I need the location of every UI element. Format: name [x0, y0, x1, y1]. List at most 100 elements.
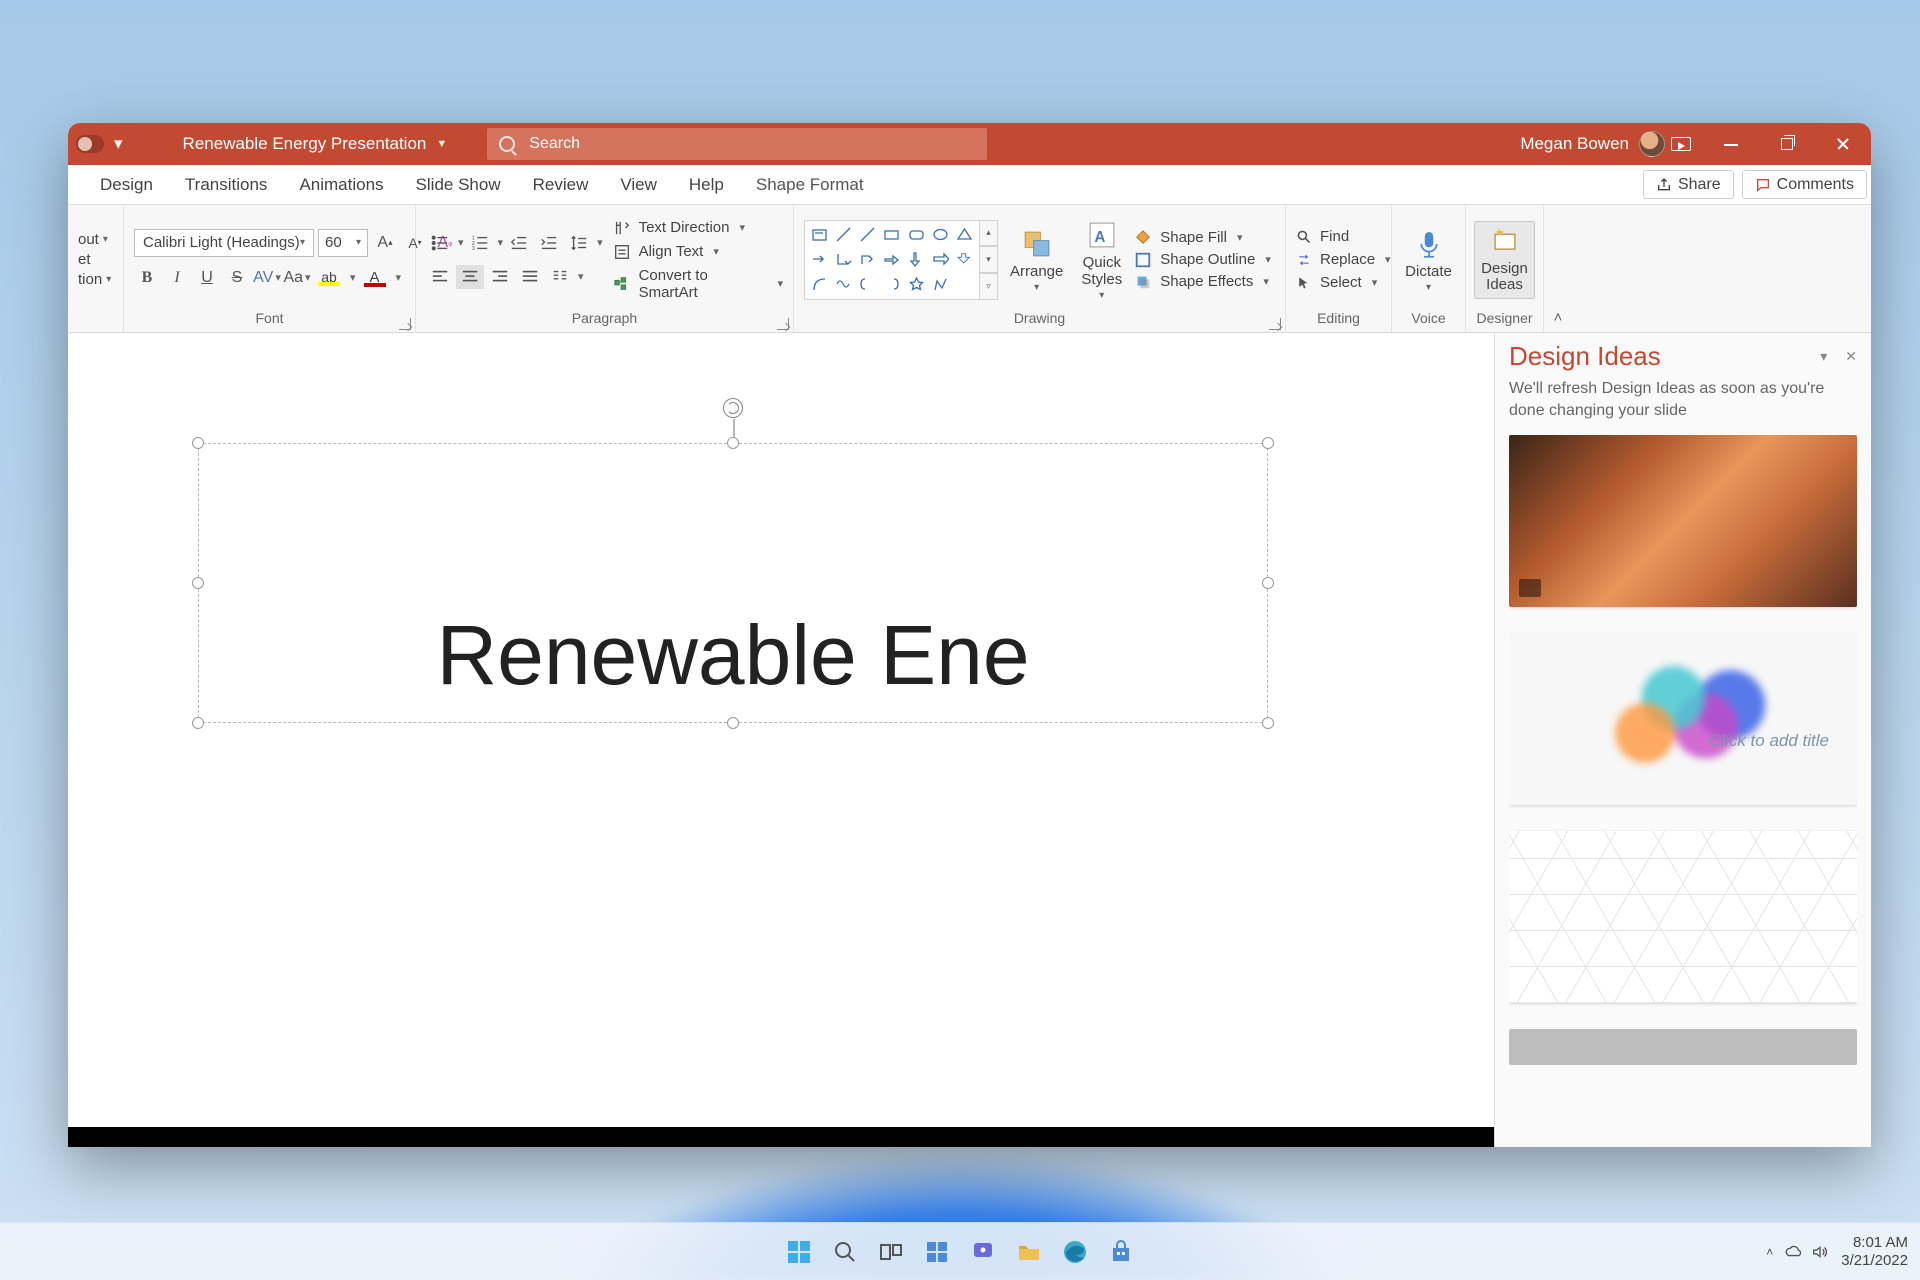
- bold-button[interactable]: B: [134, 265, 160, 291]
- tab-design[interactable]: Design: [84, 165, 169, 204]
- present-icon[interactable]: [1671, 137, 1691, 151]
- comments-button[interactable]: Comments: [1742, 170, 1867, 199]
- search-button[interactable]: [826, 1233, 864, 1271]
- resize-handle-tl[interactable]: [192, 437, 204, 449]
- design-idea-3[interactable]: [1509, 831, 1857, 1003]
- pane-options-button[interactable]: ▾: [1820, 348, 1827, 365]
- bullets-button[interactable]: [426, 231, 454, 255]
- font-color-button[interactable]: A: [360, 269, 390, 287]
- align-right-button[interactable]: [486, 265, 514, 289]
- quick-styles-button[interactable]: A Quick Styles▾: [1075, 218, 1128, 301]
- design-idea-2[interactable]: Click to add title: [1509, 633, 1857, 805]
- start-button[interactable]: [780, 1233, 818, 1271]
- volume-tray-icon[interactable]: [1811, 1243, 1829, 1261]
- widgets-button[interactable]: [918, 1233, 956, 1271]
- explorer-button[interactable]: [1010, 1233, 1048, 1271]
- clock[interactable]: 8:01 AM 3/21/2022: [1841, 1234, 1908, 1269]
- rotate-handle[interactable]: [723, 398, 743, 418]
- align-left-button[interactable]: [426, 265, 454, 289]
- drawing-dialog-launcher[interactable]: [1269, 318, 1281, 330]
- collapse-ribbon-button[interactable]: ˄: [1544, 205, 1572, 332]
- font-dialog-launcher[interactable]: [399, 318, 411, 330]
- onedrive-tray-icon[interactable]: [1783, 1243, 1801, 1261]
- svg-text:3: 3: [471, 246, 474, 252]
- design-idea-4[interactable]: [1509, 1029, 1857, 1065]
- shape-fill-button[interactable]: Shape Fill▾: [1134, 229, 1271, 247]
- layout-button[interactable]: out▾: [78, 231, 108, 248]
- tray-overflow-button[interactable]: ˄: [1766, 1245, 1773, 1259]
- share-button[interactable]: Share: [1643, 170, 1734, 199]
- resize-handle-tm[interactable]: [727, 437, 739, 449]
- tab-animations[interactable]: Animations: [283, 165, 399, 204]
- numbering-button[interactable]: 123: [466, 231, 494, 255]
- pane-close-button[interactable]: ✕: [1845, 348, 1857, 365]
- store-button[interactable]: [1102, 1233, 1140, 1271]
- justify-button[interactable]: [516, 265, 544, 289]
- chat-button[interactable]: [964, 1233, 1002, 1271]
- columns-button[interactable]: [546, 265, 574, 289]
- text-direction-button[interactable]: Text Direction▾: [613, 219, 783, 237]
- font-size-combo[interactable]: 60▾: [318, 229, 368, 257]
- resize-handle-tr[interactable]: [1262, 437, 1274, 449]
- increase-indent-button[interactable]: [535, 231, 563, 255]
- dictate-button[interactable]: Dictate▾: [1399, 227, 1458, 293]
- design-idea-2-placeholder: Click to add title: [1709, 731, 1829, 751]
- italic-button[interactable]: I: [164, 265, 190, 291]
- line-spacing-button[interactable]: [565, 231, 593, 255]
- replace-button[interactable]: Replace▾: [1296, 251, 1391, 268]
- tab-help[interactable]: Help: [673, 165, 740, 204]
- decrease-indent-button[interactable]: [505, 231, 533, 255]
- tab-transitions[interactable]: Transitions: [169, 165, 284, 204]
- design-ideas-title: Design Ideas: [1509, 341, 1661, 372]
- autosave-toggle[interactable]: [76, 135, 104, 153]
- slide: Renewable Ene: [68, 333, 1494, 1127]
- edge-icon: [1062, 1239, 1088, 1265]
- char-spacing-button[interactable]: AV▾: [254, 265, 280, 291]
- design-ideas-button[interactable]: Design Ideas: [1474, 221, 1535, 299]
- convert-smartart-button[interactable]: Convert to SmartArt▾: [613, 267, 783, 301]
- slide-canvas[interactable]: Renewable Ene: [68, 333, 1495, 1147]
- taskbar-center: [780, 1233, 1140, 1271]
- window-restore-button[interactable]: [1759, 123, 1815, 165]
- align-text-button[interactable]: Align Text▾: [613, 243, 783, 261]
- shapes-gallery-scroll[interactable]: ▴▾▿: [980, 220, 998, 300]
- change-case-button[interactable]: Aa▾: [284, 265, 310, 291]
- find-button[interactable]: Find: [1296, 228, 1391, 245]
- tab-slide-show[interactable]: Slide Show: [400, 165, 517, 204]
- align-center-button[interactable]: [456, 265, 484, 289]
- resize-handle-bl[interactable]: [192, 717, 204, 729]
- arrange-button[interactable]: Arrange▾: [1004, 227, 1069, 293]
- edge-button[interactable]: [1056, 1233, 1094, 1271]
- resize-handle-bm[interactable]: [727, 717, 739, 729]
- font-family-combo[interactable]: Calibri Light (Headings)▾: [134, 229, 314, 257]
- tab-review[interactable]: Review: [517, 165, 605, 204]
- search-box[interactable]: Search: [487, 128, 987, 160]
- user-account[interactable]: Megan Bowen: [1520, 131, 1665, 157]
- window-close-button[interactable]: [1815, 123, 1871, 165]
- qat-customize-dropdown[interactable]: ▾: [114, 134, 123, 154]
- resize-handle-mr[interactable]: [1262, 577, 1274, 589]
- highlight-color-button[interactable]: ab: [314, 269, 344, 286]
- reset-button[interactable]: et: [78, 251, 91, 268]
- tab-view[interactable]: View: [604, 165, 673, 204]
- design-idea-1[interactable]: [1509, 435, 1857, 607]
- increase-font-button[interactable]: A▴: [372, 230, 398, 256]
- resize-handle-br[interactable]: [1262, 717, 1274, 729]
- paragraph-dialog-launcher[interactable]: [777, 318, 789, 330]
- ribbon-group-drawing: ▴▾▿ Arrange▾ A Quick Styles▾ Shape Fill▾…: [794, 205, 1286, 332]
- shapes-gallery[interactable]: [804, 220, 980, 300]
- voice-group-label: Voice: [1402, 310, 1455, 332]
- document-title[interactable]: Renewable Energy Presentation ▼: [183, 134, 448, 154]
- resize-handle-ml[interactable]: [192, 577, 204, 589]
- task-view-button[interactable]: [872, 1233, 910, 1271]
- strikethrough-button[interactable]: S: [224, 265, 250, 291]
- underline-button[interactable]: U: [194, 265, 220, 291]
- tab-shape-format[interactable]: Shape Format: [740, 165, 880, 204]
- shape-effects-button[interactable]: Shape Effects▾: [1134, 273, 1271, 291]
- select-button[interactable]: Select▾: [1296, 274, 1391, 291]
- close-icon: [1836, 137, 1850, 151]
- shape-outline-button[interactable]: Shape Outline▾: [1134, 251, 1271, 269]
- section-button[interactable]: tion▾: [78, 271, 111, 288]
- title-textbox[interactable]: Renewable Ene: [198, 443, 1268, 723]
- window-minimize-button[interactable]: [1703, 123, 1759, 165]
